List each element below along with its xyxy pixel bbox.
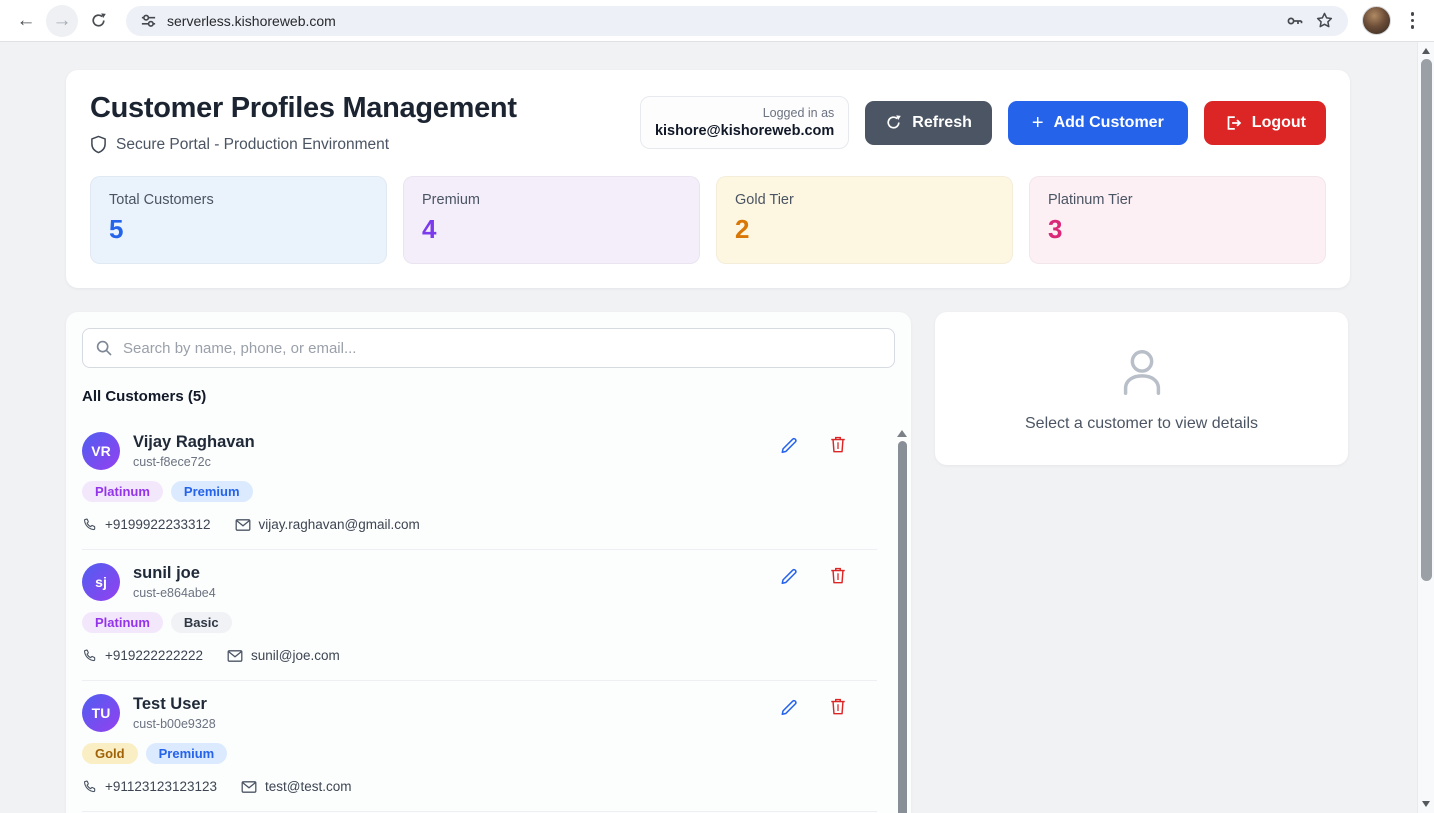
login-info-box: Logged in as kishore@kishoreweb.com — [640, 96, 849, 149]
page-scrollbar[interactable] — [1417, 42, 1434, 813]
stat-value: 5 — [109, 214, 368, 245]
mail-icon — [235, 518, 251, 532]
refresh-button[interactable]: Refresh — [865, 101, 992, 145]
customer-name: sunil joe — [133, 564, 216, 583]
stat-card: Premium 4 — [403, 176, 700, 264]
search-input[interactable] — [82, 328, 895, 368]
detail-panel: Select a customer to view details — [935, 312, 1348, 465]
stat-label: Total Customers — [109, 192, 368, 208]
pencil-icon — [780, 435, 799, 454]
tune-icon[interactable] — [140, 12, 157, 29]
customer-list-card: All Customers (5) VR Vijay Raghavan cust… — [66, 312, 911, 813]
tier-badge: Basic — [171, 612, 232, 633]
browser-menu-icon[interactable] — [1405, 8, 1421, 33]
omnibox[interactable]: serverless.kishoreweb.com — [126, 6, 1348, 36]
customer-row[interactable]: VR Vijay Raghavan cust-f8ece72c Platinum… — [82, 419, 877, 550]
person-icon — [1113, 345, 1171, 401]
page-content: Customer Profiles Management Secure Port… — [0, 42, 1417, 813]
customer-phone: +91123123123123 — [105, 779, 217, 794]
mail-icon — [241, 780, 257, 794]
stat-label: Premium — [422, 192, 681, 208]
tier-badge: Premium — [146, 743, 228, 764]
delete-customer-button[interactable] — [827, 695, 849, 718]
list-scrollbar[interactable] — [896, 430, 908, 813]
logout-button[interactable]: Logout — [1204, 101, 1326, 145]
page-title: Customer Profiles Management — [90, 92, 517, 125]
customer-avatar: VR — [82, 432, 120, 470]
stat-card: Gold Tier 2 — [716, 176, 1013, 264]
browser-profile-avatar[interactable] — [1362, 6, 1391, 35]
customer-row[interactable]: TU Test User cust-b00e9328 Gold Premium +… — [82, 681, 877, 812]
page-scrollbar-thumb[interactable] — [1421, 59, 1432, 581]
phone-icon — [82, 648, 97, 663]
tier-badges: Platinum Basic — [82, 612, 877, 633]
phone-icon — [82, 517, 97, 532]
list-heading: All Customers (5) — [82, 388, 895, 405]
logged-in-email: kishore@kishoreweb.com — [655, 123, 834, 139]
url-text[interactable]: serverless.kishoreweb.com — [167, 13, 1275, 29]
forward-button[interactable]: → — [46, 5, 78, 37]
plus-icon: + — [1032, 113, 1044, 133]
back-button[interactable]: ← — [10, 5, 42, 37]
tier-badge: Gold — [82, 743, 138, 764]
edit-customer-button[interactable] — [778, 433, 801, 456]
customer-name: Test User — [133, 695, 216, 714]
logged-in-label: Logged in as — [655, 106, 834, 120]
stat-label: Gold Tier — [735, 192, 994, 208]
search-icon — [95, 339, 113, 357]
edit-customer-button[interactable] — [778, 695, 801, 718]
customer-id: cust-b00e9328 — [133, 717, 216, 731]
mail-icon — [227, 649, 243, 663]
customer-phone: +919222222222 — [105, 648, 203, 663]
customer-id: cust-f8ece72c — [133, 455, 255, 469]
customer-avatar: TU — [82, 694, 120, 732]
trash-icon — [829, 566, 847, 585]
delete-customer-button[interactable] — [827, 564, 849, 587]
bookmark-star-icon[interactable] — [1315, 11, 1334, 30]
customer-email: test@test.com — [265, 779, 351, 794]
stat-card: Total Customers 5 — [90, 176, 387, 264]
tier-badges: Platinum Premium — [82, 481, 877, 502]
logout-icon — [1224, 114, 1242, 132]
empty-state-message: Select a customer to view details — [1025, 415, 1258, 433]
trash-icon — [829, 697, 847, 716]
header-card: Customer Profiles Management Secure Port… — [66, 70, 1350, 288]
stats-row: Total Customers 5 Premium 4 Gold Tier 2 … — [90, 176, 1326, 264]
customer-row[interactable]: sj sunil joe cust-e864abe4 Platinum Basic… — [82, 550, 877, 681]
scrollbar-down-arrow-icon[interactable] — [1422, 801, 1430, 807]
pencil-icon — [780, 697, 799, 716]
tier-badge: Platinum — [82, 612, 163, 633]
tier-badges: Gold Premium — [82, 743, 877, 764]
password-key-icon[interactable] — [1285, 11, 1305, 31]
customer-name: Vijay Raghavan — [133, 433, 255, 452]
add-customer-button[interactable]: + Add Customer — [1008, 101, 1188, 145]
customer-phone: +9199922233312 — [105, 517, 211, 532]
stat-value: 3 — [1048, 214, 1307, 245]
trash-icon — [829, 435, 847, 454]
pencil-icon — [780, 566, 799, 585]
scroll-up-arrow-icon[interactable] — [897, 430, 907, 437]
customer-email: vijay.raghavan@gmail.com — [259, 517, 420, 532]
tier-badge: Platinum — [82, 481, 163, 502]
page-subtitle: Secure Portal - Production Environment — [116, 136, 389, 154]
browser-toolbar: ← → serverless.kishoreweb.com — [0, 0, 1434, 42]
reload-icon — [90, 12, 107, 29]
shield-icon — [90, 135, 107, 154]
phone-icon — [82, 779, 97, 794]
customer-avatar: sj — [82, 563, 120, 601]
refresh-icon — [885, 114, 902, 131]
stat-card: Platinum Tier 3 — [1029, 176, 1326, 264]
customer-email: sunil@joe.com — [251, 648, 340, 663]
customer-id: cust-e864abe4 — [133, 586, 216, 600]
scrollbar-up-arrow-icon[interactable] — [1422, 48, 1430, 54]
stat-value: 4 — [422, 214, 681, 245]
list-scrollbar-thumb[interactable] — [898, 441, 907, 813]
reload-button[interactable] — [82, 5, 114, 37]
stat-label: Platinum Tier — [1048, 192, 1307, 208]
customer-list: VR Vijay Raghavan cust-f8ece72c Platinum… — [82, 419, 895, 812]
stat-value: 2 — [735, 214, 994, 245]
tier-badge: Premium — [171, 481, 253, 502]
delete-customer-button[interactable] — [827, 433, 849, 456]
edit-customer-button[interactable] — [778, 564, 801, 587]
